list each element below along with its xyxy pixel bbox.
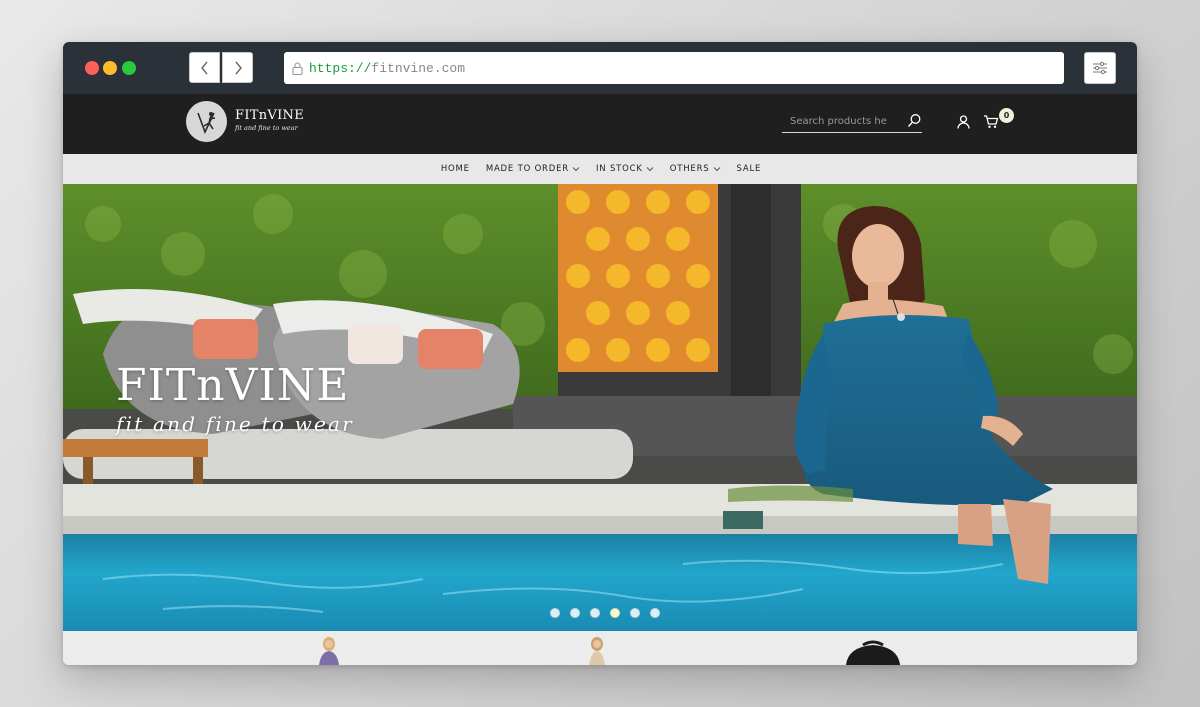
nav-home-label: HOME bbox=[440, 164, 470, 174]
lock-icon bbox=[292, 61, 303, 75]
chevron-down-icon bbox=[713, 167, 720, 172]
nav-sale[interactable]: SALE bbox=[735, 164, 762, 174]
url-host: fitnvine.com bbox=[371, 60, 466, 76]
nav-home[interactable]: HOME bbox=[439, 164, 470, 174]
slider-dot-4-active[interactable] bbox=[610, 608, 620, 618]
main-navigation: HOME MADE TO ORDER IN STOCK OTHERS SALE bbox=[63, 154, 1137, 184]
product-thumbnail[interactable] bbox=[838, 635, 908, 665]
hero-title: FITnVINE bbox=[116, 360, 350, 411]
chevron-down-icon bbox=[572, 167, 580, 172]
hero-slider[interactable]: FITnVINE fit and fine to wear bbox=[63, 184, 1137, 631]
nav-in-stock[interactable]: IN STOCK bbox=[594, 164, 654, 174]
settings-sliders-icon bbox=[1093, 61, 1107, 75]
forward-button[interactable] bbox=[222, 52, 253, 83]
product-thumbnail[interactable] bbox=[309, 635, 349, 665]
close-window-button[interactable] bbox=[85, 61, 99, 75]
maximize-window-button[interactable] bbox=[122, 61, 136, 75]
logo-figure-icon bbox=[196, 111, 215, 134]
nav-made-to-order-label: MADE TO ORDER bbox=[485, 164, 569, 174]
search-input[interactable] bbox=[790, 113, 894, 129]
back-icon bbox=[200, 61, 208, 74]
forward-icon bbox=[234, 61, 242, 74]
cart-count-badge: 0 bbox=[999, 108, 1014, 123]
logo-tagline: fit and fine to wear bbox=[235, 124, 298, 132]
search-icon[interactable] bbox=[907, 113, 922, 133]
chevron-down-icon bbox=[646, 167, 654, 172]
cart-icon[interactable] bbox=[983, 114, 999, 134]
nav-in-stock-label: IN STOCK bbox=[595, 164, 643, 174]
browser-menu-button[interactable] bbox=[1084, 52, 1116, 84]
logo-name[interactable]: FITnVINE bbox=[235, 108, 304, 123]
search-box bbox=[782, 111, 922, 133]
nav-made-to-order[interactable]: MADE TO ORDER bbox=[484, 164, 580, 174]
minimize-window-button[interactable] bbox=[103, 61, 117, 75]
logo-mark[interactable] bbox=[186, 101, 227, 142]
slider-dot-6[interactable] bbox=[650, 608, 660, 618]
slider-dot-1[interactable] bbox=[550, 608, 560, 618]
address-bar[interactable]: https://fitnvine.com bbox=[284, 52, 1064, 84]
browser-toolbar: https://fitnvine.com bbox=[63, 42, 1137, 94]
slider-dot-2[interactable] bbox=[570, 608, 580, 618]
product-thumbnail[interactable] bbox=[577, 635, 617, 665]
user-icon[interactable] bbox=[957, 115, 970, 134]
slider-dot-3[interactable] bbox=[590, 608, 600, 618]
slider-pagination bbox=[550, 608, 660, 618]
slider-dot-5[interactable] bbox=[630, 608, 640, 618]
product-strip bbox=[63, 631, 1137, 665]
nav-others[interactable]: OTHERS bbox=[668, 164, 721, 174]
nav-sale-label: SALE bbox=[736, 164, 762, 174]
back-button[interactable] bbox=[189, 52, 220, 83]
hero-subtitle: fit and fine to wear bbox=[116, 412, 354, 436]
url-scheme: https:// bbox=[309, 60, 372, 76]
site-header: FITnVINE fit and fine to wear 0 bbox=[63, 94, 1137, 154]
browser-window: https://fitnvine.com FITnVINE fit and fi… bbox=[63, 42, 1137, 665]
nav-others-label: OTHERS bbox=[669, 164, 710, 174]
